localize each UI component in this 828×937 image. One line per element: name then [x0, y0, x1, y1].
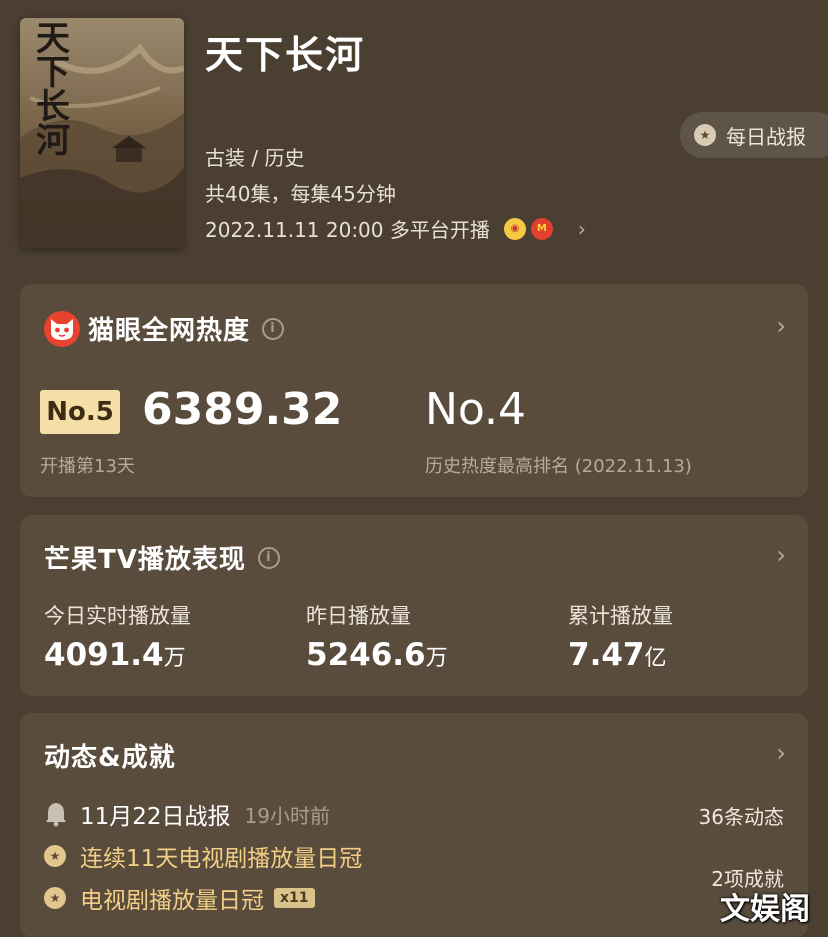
chevron-right-icon[interactable]: › [776, 739, 786, 767]
achievement-text: 电视剧播放量日冠 [80, 888, 264, 914]
info-icon[interactable]: i [262, 317, 285, 340]
premiere-text: 2022.11.11 20:00 多平台开播 [205, 218, 490, 242]
stat-number: 4091.4 [44, 637, 164, 673]
dynamics-card-title: 动态&成就 [44, 743, 176, 773]
stat-value-today: 4091.4万 [44, 637, 186, 673]
medal-icon: ★ [44, 887, 66, 909]
achievement-text: 连续11天电视剧播放量日冠 [80, 846, 363, 872]
stat-label-total: 累计播放量 [568, 604, 673, 628]
stat-unit: 亿 [644, 646, 667, 671]
show-episodes: 共40集，每集45分钟 [205, 182, 396, 206]
rank-badge: No.5 [40, 390, 120, 434]
chevron-right-icon: › [577, 216, 586, 241]
stat-unit: 万 [163, 646, 186, 671]
stat-number: 5246.6 [306, 637, 426, 673]
mango-card-title-row: 芒果TV播放表现 i [44, 539, 280, 576]
heat-card-title-row: 猫眼全网热度 i [44, 310, 285, 347]
stat-value-total: 7.47亿 [568, 637, 667, 673]
bell-icon [46, 803, 66, 827]
daily-report-button[interactable]: ★ 每日战报 [680, 112, 828, 158]
chevron-right-icon[interactable]: › [776, 312, 786, 340]
mango-card-title: 芒果TV播放表现 [44, 545, 246, 575]
stat-label-yesterday: 昨日播放量 [306, 604, 411, 628]
stat-value-yesterday: 5246.6万 [306, 637, 448, 673]
maoyan-heat-card[interactable]: 猫眼全网热度 i › No.5 6389.32 开播第13天 No.4 历史热度… [20, 284, 808, 497]
mango-tv-icon: M [530, 217, 553, 240]
stat-label-today: 今日实时播放量 [44, 604, 191, 628]
days-since-premiere: 开播第13天 [40, 456, 135, 477]
show-genre: 古装 / 历史 [205, 146, 305, 170]
daily-report-label: 每日战报 [726, 124, 806, 149]
daily-report-row[interactable]: 11月22日战报 19小时前 [44, 797, 330, 831]
watermark: 文娱阁 [720, 892, 810, 927]
best-rank-label: 历史热度最高排名 (2022.11.13) [425, 456, 692, 477]
achievement-item[interactable]: ★ 连续11天电视剧播放量日冠 [44, 839, 362, 873]
yellow-platform-icon: ◉ [503, 217, 526, 240]
stat-number: 7.47 [568, 637, 645, 673]
poster-title-text: 天下长河 [36, 19, 70, 161]
info-icon[interactable]: i [257, 546, 280, 569]
show-title: 天下长河 [205, 33, 366, 77]
stat-unit: 万 [425, 646, 448, 671]
medal-icon: ★ [694, 124, 716, 146]
maoyan-cat-icon [44, 310, 80, 347]
heat-value: 6389.32 [142, 384, 343, 435]
dynamics-card[interactable]: 动态&成就 › 11月22日战报 19小时前 36条动态 ★ 连续11天电视剧播… [20, 713, 808, 937]
report-title: 11月22日战报 [80, 804, 231, 830]
achievement-multiplier-badge: x11 [274, 888, 315, 908]
dynamics-count: 36条动态 [698, 805, 784, 829]
mango-tv-card[interactable]: 芒果TV播放表现 i › 今日实时播放量 4091.4万 昨日播放量 5246.… [20, 515, 808, 696]
show-header: 天下长河 天下长河 古装 / 历史 共40集，每集45分钟 2022.11.11… [0, 0, 828, 270]
report-time: 19小时前 [244, 803, 330, 828]
best-rank: No.4 [425, 384, 527, 435]
chevron-right-icon[interactable]: › [776, 541, 786, 569]
platform-icons: ◉ M [503, 217, 558, 240]
premiere-row[interactable]: 2022.11.11 20:00 多平台开播 ◉ M › [205, 214, 586, 243]
show-poster[interactable]: 天下长河 [20, 18, 184, 248]
medal-icon: ★ [44, 845, 66, 867]
achievement-item[interactable]: ★ 电视剧播放量日冠 x11 [44, 881, 315, 915]
heat-card-title: 猫眼全网热度 [88, 316, 251, 346]
